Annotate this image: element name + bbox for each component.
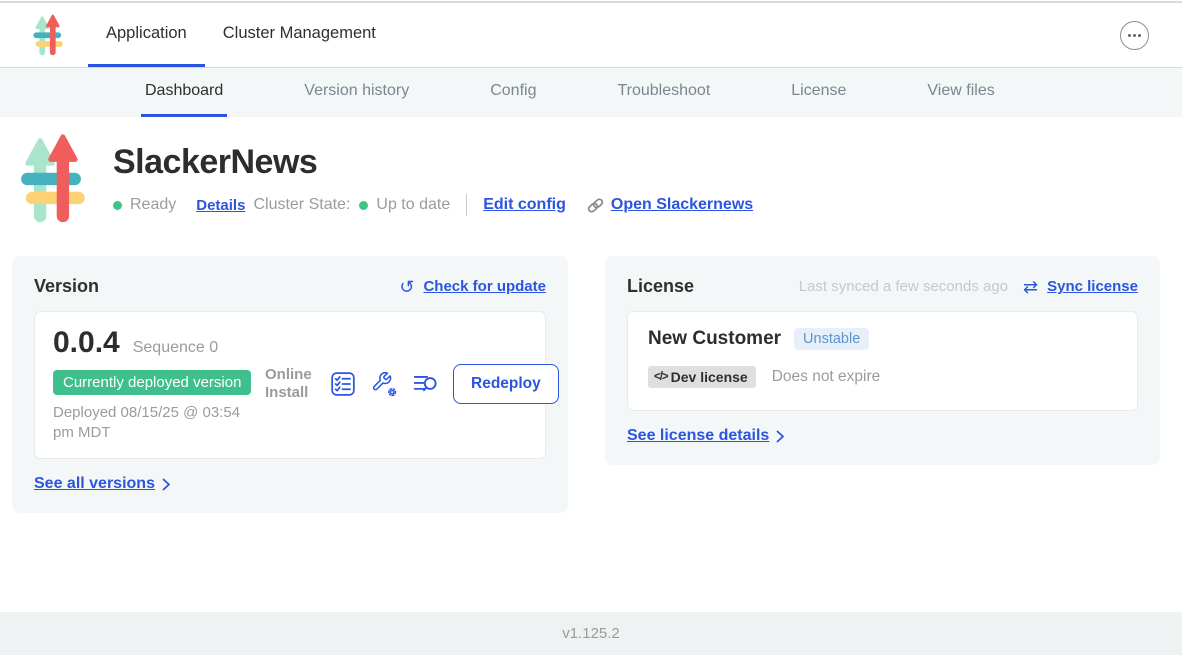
license-type-label: Dev license: [671, 369, 748, 385]
ellipsis-icon: [1128, 34, 1131, 37]
see-license-details-link[interactable]: See license details: [627, 427, 769, 445]
deployed-timestamp: Deployed 08/15/25 @ 03:54 pm MDT: [53, 403, 265, 442]
chevron-right-icon: [776, 430, 785, 443]
app-status-dot-icon: [113, 201, 122, 210]
slackernews-logo-icon: [30, 13, 65, 57]
cluster-state-label: Cluster State:: [253, 196, 350, 214]
license-type-badge: </> Dev license: [648, 366, 756, 388]
refresh-icon: ↺: [399, 278, 414, 296]
app-header: SlackerNews Ready Details Cluster State:…: [18, 131, 1182, 226]
view-logs-icon[interactable]: [412, 371, 438, 397]
sync-license-link[interactable]: Sync license: [1047, 278, 1138, 295]
license-card: License Last synced a few seconds ago ⇄ …: [605, 256, 1160, 465]
edit-config-link[interactable]: Edit config: [483, 196, 566, 214]
open-app-link[interactable]: Open Slackernews: [611, 196, 753, 214]
console-version: v1.125.2: [562, 625, 620, 642]
app-subnav: Dashboard Version history Config Trouble…: [0, 68, 1182, 117]
cluster-state-dot-icon: [359, 201, 368, 210]
code-icon: </>: [654, 371, 668, 383]
config-wrench-icon[interactable]: [371, 371, 397, 397]
last-synced-text: Last synced a few seconds ago: [799, 278, 1008, 295]
license-panel: New Customer Unstable </> Dev license Do…: [627, 311, 1138, 411]
more-menu-button[interactable]: [1120, 21, 1149, 50]
channel-badge: Unstable: [794, 328, 869, 350]
version-card-title: Version: [34, 276, 99, 297]
install-type-label: Online Install: [265, 366, 315, 402]
cluster-state-value: Up to date: [376, 196, 450, 214]
subnav-troubleshoot[interactable]: Troubleshoot: [613, 68, 714, 117]
subnav-license[interactable]: License: [787, 68, 850, 117]
see-all-versions-link[interactable]: See all versions: [34, 475, 155, 493]
redeploy-button[interactable]: Redeploy: [453, 364, 559, 404]
dashboard-cards: Version ↺ Check for update 0.0.4 Sequenc…: [12, 256, 1160, 513]
subnav-config[interactable]: Config: [486, 68, 540, 117]
subnav-version-history[interactable]: Version history: [300, 68, 413, 117]
main-content: SlackerNews Ready Details Cluster State:…: [0, 117, 1182, 612]
app-logo: [30, 3, 65, 67]
preflight-checks-icon[interactable]: [330, 371, 356, 397]
license-card-title: License: [627, 276, 694, 297]
ellipsis-icon: [1133, 34, 1136, 37]
version-number: 0.0.4: [53, 326, 120, 360]
tab-cluster-management[interactable]: Cluster Management: [205, 3, 394, 67]
top-nav: Application Cluster Management: [0, 3, 1182, 68]
app-status-row: Ready Details Cluster State: Up to date …: [113, 194, 753, 216]
deployed-version-badge: Currently deployed version: [53, 370, 251, 395]
app-status-text: Ready: [130, 196, 176, 214]
version-sequence: Sequence 0: [133, 339, 218, 357]
divider: [466, 194, 467, 216]
check-for-update-link[interactable]: Check for update: [423, 278, 546, 295]
license-expiry: Does not expire: [772, 368, 881, 386]
version-card: Version ↺ Check for update 0.0.4 Sequenc…: [12, 256, 568, 513]
current-version-panel: 0.0.4 Sequence 0 Currently deployed vers…: [34, 311, 546, 459]
sync-arrows-icon: ⇄: [1023, 278, 1038, 296]
slackernews-app-icon: [18, 131, 85, 226]
primary-tabs: Application Cluster Management: [88, 3, 394, 67]
status-details-link[interactable]: Details: [196, 197, 245, 214]
subnav-dashboard[interactable]: Dashboard: [141, 68, 227, 117]
ellipsis-icon: [1138, 34, 1141, 37]
chevron-right-icon: [162, 478, 171, 491]
tab-application[interactable]: Application: [88, 3, 205, 67]
link-chain-icon: [586, 196, 605, 215]
page-title: SlackerNews: [113, 143, 753, 182]
console-footer: v1.125.2: [0, 612, 1182, 655]
subnav-view-files[interactable]: View files: [923, 68, 998, 117]
customer-name: New Customer: [648, 328, 781, 350]
